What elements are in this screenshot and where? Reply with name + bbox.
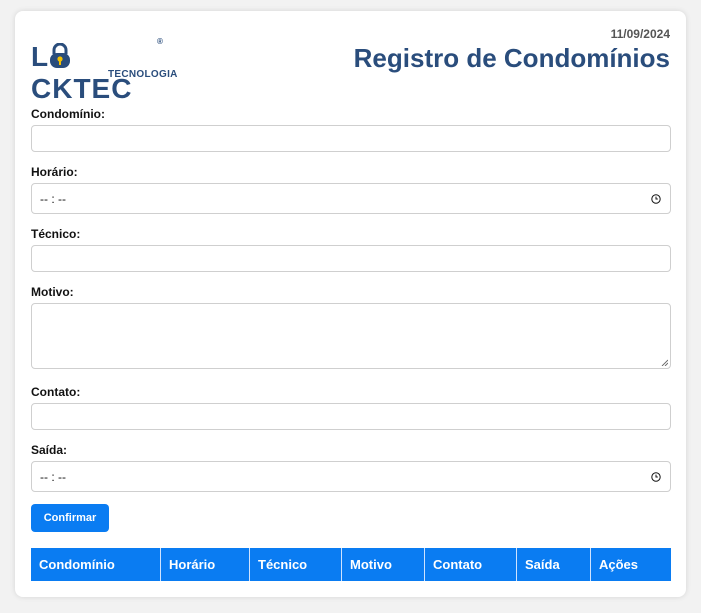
records-table-header: Condomínio Horário Técnico Motivo Contat… <box>31 548 671 581</box>
motivo-textarea[interactable] <box>31 303 671 369</box>
clock-icon[interactable] <box>651 193 661 204</box>
table-header-motivo[interactable]: Motivo <box>342 548 425 581</box>
logo-subtitle: TECNOLOGIA <box>108 69 178 80</box>
page-title: Registro de Condomínios <box>353 43 670 73</box>
resize-handle-icon[interactable] <box>661 359 668 366</box>
form-card: L CKTEC ® TECNOLOGIA 11/09/2024 Registro… <box>15 11 686 597</box>
saida-time-input[interactable]: -- : -- <box>31 461 671 492</box>
registered-mark: ® <box>157 37 163 46</box>
locktec-logo: L CKTEC ® TECNOLOGIA <box>31 37 177 104</box>
confirm-button[interactable]: Confirmar <box>31 504 109 532</box>
table-header-horario[interactable]: Horário <box>161 548 250 581</box>
contato-input[interactable] <box>31 403 671 430</box>
condominio-input[interactable] <box>31 125 671 152</box>
lock-logo-icon <box>49 41 71 73</box>
table-header-saida[interactable]: Saída <box>517 548 591 581</box>
condominio-label: Condomínio: <box>31 107 105 121</box>
table-header-tecnico[interactable]: Técnico <box>250 548 342 581</box>
saida-label: Saída: <box>31 443 68 457</box>
horario-time-value: -- : -- <box>40 191 66 206</box>
contato-label: Contato: <box>31 385 81 399</box>
horario-label: Horário: <box>31 165 78 179</box>
clock-icon[interactable] <box>651 471 661 482</box>
motivo-label: Motivo: <box>31 285 74 299</box>
table-header-acoes[interactable]: Ações <box>591 548 671 581</box>
table-header-contato[interactable]: Contato <box>425 548 517 581</box>
table-header-condominio[interactable]: Condomínio <box>31 548 161 581</box>
tecnico-input[interactable] <box>31 245 671 272</box>
current-date: 11/09/2024 <box>610 27 670 41</box>
tecnico-label: Técnico: <box>31 227 81 241</box>
horario-time-input[interactable]: -- : -- <box>31 183 671 214</box>
saida-time-value: -- : -- <box>40 469 66 484</box>
